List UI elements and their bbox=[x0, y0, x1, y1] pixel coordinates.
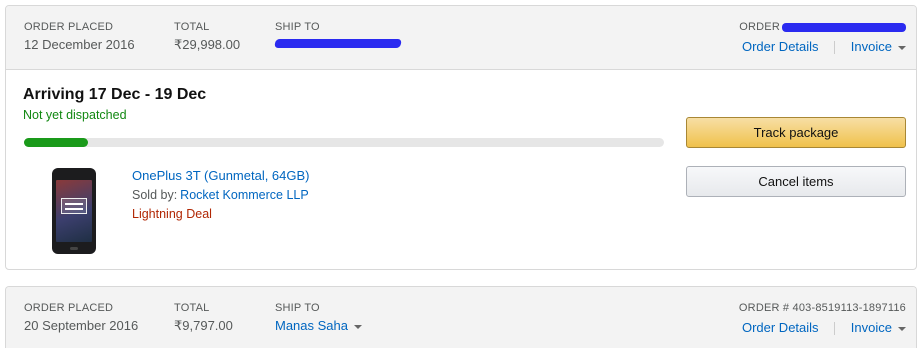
caret-down-icon bbox=[354, 324, 362, 329]
product-title-link[interactable]: OnePlus 3T (Gunmetal, 64GB) bbox=[132, 168, 310, 183]
order-number-value: 403-8519113-1897116 bbox=[792, 302, 906, 314]
order-header: ORDER PLACED 20 September 2016 TOTAL ₹9,… bbox=[6, 287, 916, 348]
shipment-progress-bar bbox=[24, 138, 664, 147]
arrival-date-heading: Arriving 17 Dec - 19 Dec bbox=[23, 86, 207, 103]
order-total-block: TOTAL ₹29,998.00 bbox=[174, 21, 240, 53]
order-number-label: ORDER bbox=[739, 21, 780, 33]
order-header-links: Order Details Invoice bbox=[739, 39, 906, 55]
order-number-block: ORDER # 403-8519113-1897116 Order Detail… bbox=[738, 302, 906, 336]
order-total-value: ₹29,998.00 bbox=[174, 37, 241, 52]
cancel-items-button[interactable]: Cancel items bbox=[686, 166, 906, 197]
never-settle-graphic bbox=[61, 198, 87, 214]
order-number-label: ORDER # bbox=[738, 302, 790, 314]
order-placed-block: ORDER PLACED 12 December 2016 bbox=[24, 21, 135, 52]
link-divider bbox=[834, 322, 836, 336]
order-placed-date: 20 September 2016 bbox=[24, 318, 139, 333]
order-placed-label: ORDER PLACED bbox=[24, 21, 114, 33]
phone-icon[interactable] bbox=[52, 168, 96, 254]
order-number-redaction bbox=[782, 22, 906, 32]
order-header: ORDER PLACED 12 December 2016 TOTAL ₹29,… bbox=[6, 6, 916, 70]
shipment-box: Arriving 17 Dec - 19 Dec Not yet dispatc… bbox=[6, 70, 916, 269]
invoice-dropdown[interactable]: Invoice bbox=[851, 39, 906, 54]
track-package-button[interactable]: Track package bbox=[686, 117, 906, 148]
ship-to-block: SHIP TO bbox=[274, 21, 402, 51]
order-placed-date: 12 December 2016 bbox=[24, 37, 135, 52]
order-details-link[interactable]: Order Details bbox=[742, 39, 819, 54]
invoice-dropdown[interactable]: Invoice bbox=[851, 320, 906, 335]
order-total-value: ₹9,797.00 bbox=[174, 318, 233, 333]
caret-down-icon bbox=[898, 326, 906, 331]
order-total-label: TOTAL bbox=[174, 21, 210, 33]
ship-to-redaction bbox=[274, 39, 402, 49]
sold-by-label: Sold by: bbox=[132, 188, 178, 202]
order-placed-label: ORDER PLACED bbox=[24, 302, 114, 314]
home-button bbox=[70, 247, 78, 250]
invoice-link-label: Invoice bbox=[850, 39, 892, 54]
order-card: ORDER PLACED 12 December 2016 TOTAL ₹29,… bbox=[5, 5, 917, 270]
lightning-deal-badge: Lightning Deal bbox=[132, 207, 212, 221]
ship-to-name[interactable]: Manas Saha bbox=[275, 318, 348, 333]
order-total-block: TOTAL ₹9,797.00 bbox=[174, 302, 233, 334]
phone-screen bbox=[56, 180, 92, 242]
order-number-block: ORDER Order Details Invoice bbox=[739, 21, 906, 55]
order-placed-block: ORDER PLACED 20 September 2016 bbox=[24, 302, 138, 333]
seller-link[interactable]: Rocket Kommerce LLP bbox=[180, 188, 309, 202]
order-total-label: TOTAL bbox=[174, 302, 210, 314]
ship-to-label: SHIP TO bbox=[275, 21, 320, 33]
order-header-links: Order Details Invoice bbox=[739, 320, 906, 336]
ship-to-block: SHIP TO Manas Saha bbox=[275, 302, 362, 333]
shipment-progress-fill bbox=[24, 138, 88, 147]
caret-down-icon bbox=[898, 45, 906, 50]
ship-to-label: SHIP TO bbox=[275, 302, 320, 314]
shipment-status: Not yet dispatched bbox=[23, 108, 127, 122]
ship-to-dropdown[interactable]: Manas Saha bbox=[275, 318, 362, 333]
link-divider bbox=[834, 41, 836, 55]
invoice-link-label: Invoice bbox=[850, 320, 892, 335]
order-details-link[interactable]: Order Details bbox=[742, 320, 819, 335]
order-card: ORDER PLACED 20 September 2016 TOTAL ₹9,… bbox=[5, 286, 917, 348]
sold-by-line: Sold by: Rocket Kommerce LLP bbox=[132, 188, 309, 202]
